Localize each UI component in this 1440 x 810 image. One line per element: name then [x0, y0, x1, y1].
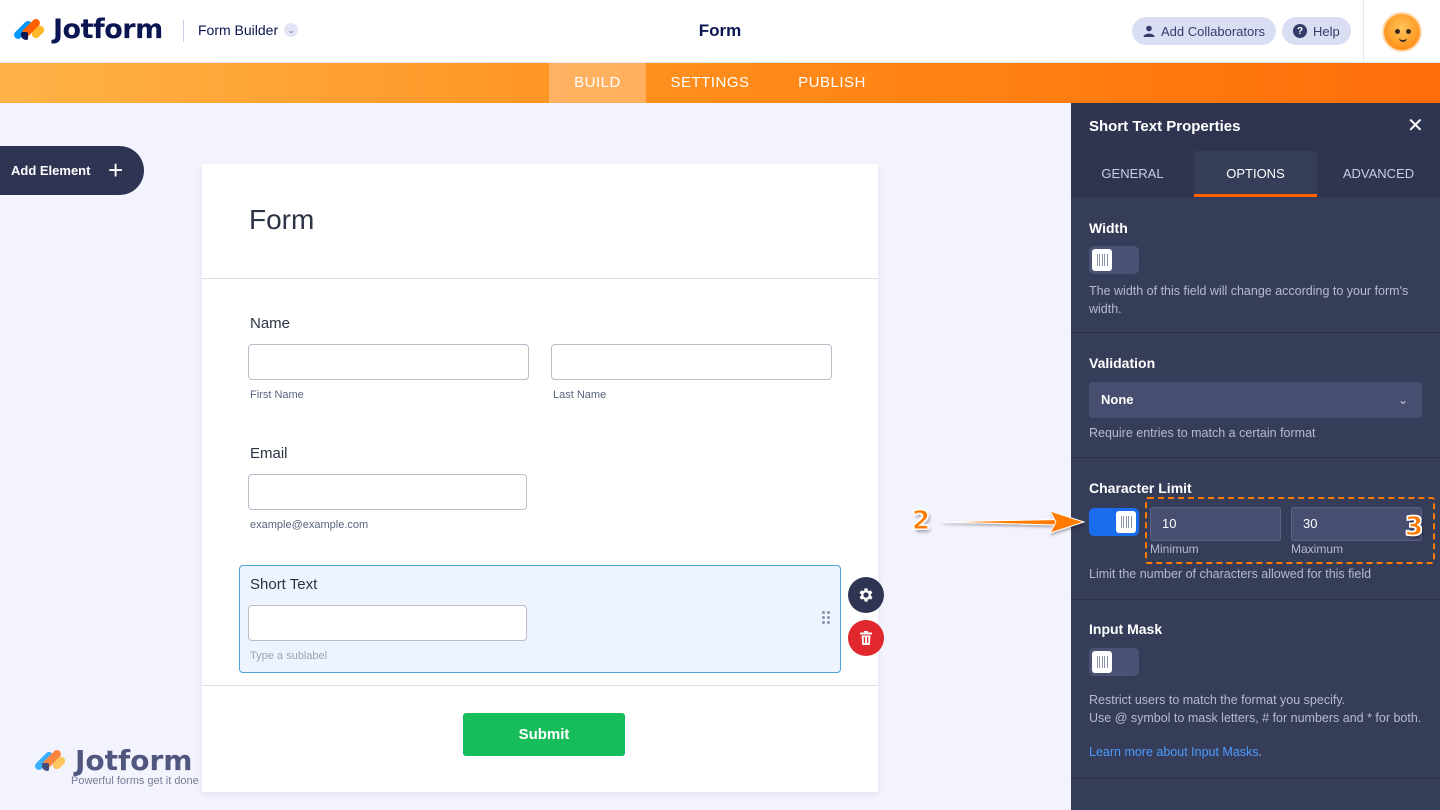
submit-button[interactable]: Submit: [463, 713, 625, 756]
add-collaborators-label: Add Collaborators: [1161, 23, 1266, 39]
help-icon: ?: [1293, 24, 1307, 38]
delete-field-button[interactable]: [848, 620, 884, 656]
jotform-logo[interactable]: Jotform: [12, 14, 163, 45]
avatar-mouth-icon: [1399, 38, 1407, 42]
form-builder-label: Form Builder: [198, 22, 279, 38]
annotation-arrow-icon: [941, 510, 1086, 534]
watermark-logo-icon: [33, 747, 67, 775]
user-icon: [1143, 25, 1155, 37]
name-field-label[interactable]: Name: [250, 315, 290, 332]
help-label: Help: [1313, 23, 1340, 39]
width-description: The width of this field will change acco…: [1089, 284, 1409, 316]
input-mask-link-text[interactable]: Learn more about Input Masks: [1089, 745, 1259, 759]
panel-header: Short Text Properties ✕: [1071, 103, 1440, 151]
chevron-down-icon: ⌄: [284, 23, 299, 37]
short-text-input[interactable]: [248, 605, 527, 641]
add-collaborators-button[interactable]: Add Collaborators: [1132, 17, 1277, 45]
builder-nav: BUILD SETTINGS PUBLISH: [0, 63, 1440, 103]
gear-icon: [859, 588, 873, 602]
short-text-sublabel-placeholder[interactable]: Type a sublabel: [250, 650, 327, 662]
input-mask-description-2: Use @ symbol to mask letters, # for numb…: [1089, 711, 1422, 725]
trash-icon: [860, 631, 872, 645]
tab-general[interactable]: GENERAL: [1071, 151, 1194, 197]
close-icon[interactable]: ✕: [1407, 115, 1424, 137]
annotation-step-3: 3: [1404, 512, 1424, 543]
last-name-input[interactable]: [551, 344, 832, 380]
avatar-eye-icon: [1406, 29, 1411, 34]
input-mask-title: Input Mask: [1089, 621, 1163, 637]
panel-title: Short Text Properties: [1089, 118, 1241, 135]
width-title: Width: [1089, 220, 1128, 236]
help-button[interactable]: ? Help: [1282, 17, 1351, 45]
plus-icon: +: [108, 155, 124, 185]
header-divider: [183, 20, 184, 42]
section-divider: [1071, 599, 1440, 600]
top-header: Jotform Form Builder ⌄ Form Add Collabor…: [0, 0, 1440, 63]
panel-tabs: GENERAL OPTIONS ADVANCED: [1071, 151, 1440, 197]
short-text-label[interactable]: Short Text: [250, 576, 317, 593]
form-header-divider: [202, 278, 878, 279]
annotation-highlight-box: [1145, 497, 1435, 564]
toggle-knob-icon: [1092, 651, 1112, 673]
validation-selected-value: None: [1101, 392, 1134, 407]
section-divider: [1071, 332, 1440, 333]
section-divider: [1071, 778, 1440, 779]
avatar-eye-icon: [1395, 29, 1400, 34]
form-footer-divider: [202, 685, 878, 686]
input-mask-link-suffix: .: [1258, 745, 1263, 759]
tab-options[interactable]: OPTIONS: [1194, 151, 1317, 197]
properties-panel: Short Text Properties ✕ GENERAL OPTIONS …: [1071, 103, 1440, 810]
first-name-input[interactable]: [248, 344, 529, 380]
email-field-label[interactable]: Email: [250, 445, 288, 462]
width-toggle[interactable]: [1089, 246, 1139, 274]
header-divider-right: [1363, 0, 1364, 63]
add-element-button[interactable]: Add Element +: [0, 146, 144, 195]
tab-settings[interactable]: SETTINGS: [652, 63, 768, 103]
logo-text: Jotform: [53, 14, 163, 45]
email-sublabel: example@example.com: [250, 519, 369, 531]
validation-description: Require entries to match a certain forma…: [1089, 426, 1316, 440]
section-divider: [1071, 457, 1440, 458]
add-element-label: Add Element: [11, 163, 91, 178]
toggle-knob-icon: [1116, 511, 1136, 533]
tab-build[interactable]: BUILD: [549, 63, 646, 103]
tab-publish[interactable]: PUBLISH: [780, 63, 884, 103]
form-heading[interactable]: Form: [249, 204, 314, 236]
drag-handle-icon[interactable]: [822, 611, 832, 627]
validation-title: Validation: [1089, 355, 1156, 371]
input-mask-toggle[interactable]: [1089, 648, 1139, 676]
field-settings-button[interactable]: [848, 577, 884, 613]
character-limit-title: Character Limit: [1089, 480, 1192, 496]
toggle-knob-icon: [1092, 249, 1112, 271]
form-card: Form Name First Name Last Name Email exa…: [202, 164, 878, 792]
first-name-sublabel: First Name: [250, 389, 304, 401]
jotform-logo-icon: [12, 16, 46, 44]
email-input[interactable]: [248, 474, 527, 510]
watermark-text: Jotform: [75, 744, 193, 777]
annotation-step-2: 2: [911, 506, 931, 537]
validation-select[interactable]: None ⌄: [1089, 382, 1422, 418]
watermark-tagline: Powerful forms get it done: [71, 775, 199, 787]
tab-advanced[interactable]: ADVANCED: [1317, 151, 1440, 197]
form-builder-dropdown[interactable]: Form Builder ⌄: [198, 22, 299, 38]
character-limit-toggle[interactable]: [1089, 508, 1139, 536]
character-limit-description: Limit the number of characters allowed f…: [1089, 567, 1372, 581]
last-name-sublabel: Last Name: [553, 389, 607, 401]
input-mask-help-link[interactable]: Learn more about Input Masks.: [1089, 745, 1262, 759]
user-avatar[interactable]: [1382, 12, 1422, 52]
chevron-down-icon: ⌄: [1397, 393, 1408, 407]
input-mask-description-1: Restrict users to match the format you s…: [1089, 693, 1346, 707]
